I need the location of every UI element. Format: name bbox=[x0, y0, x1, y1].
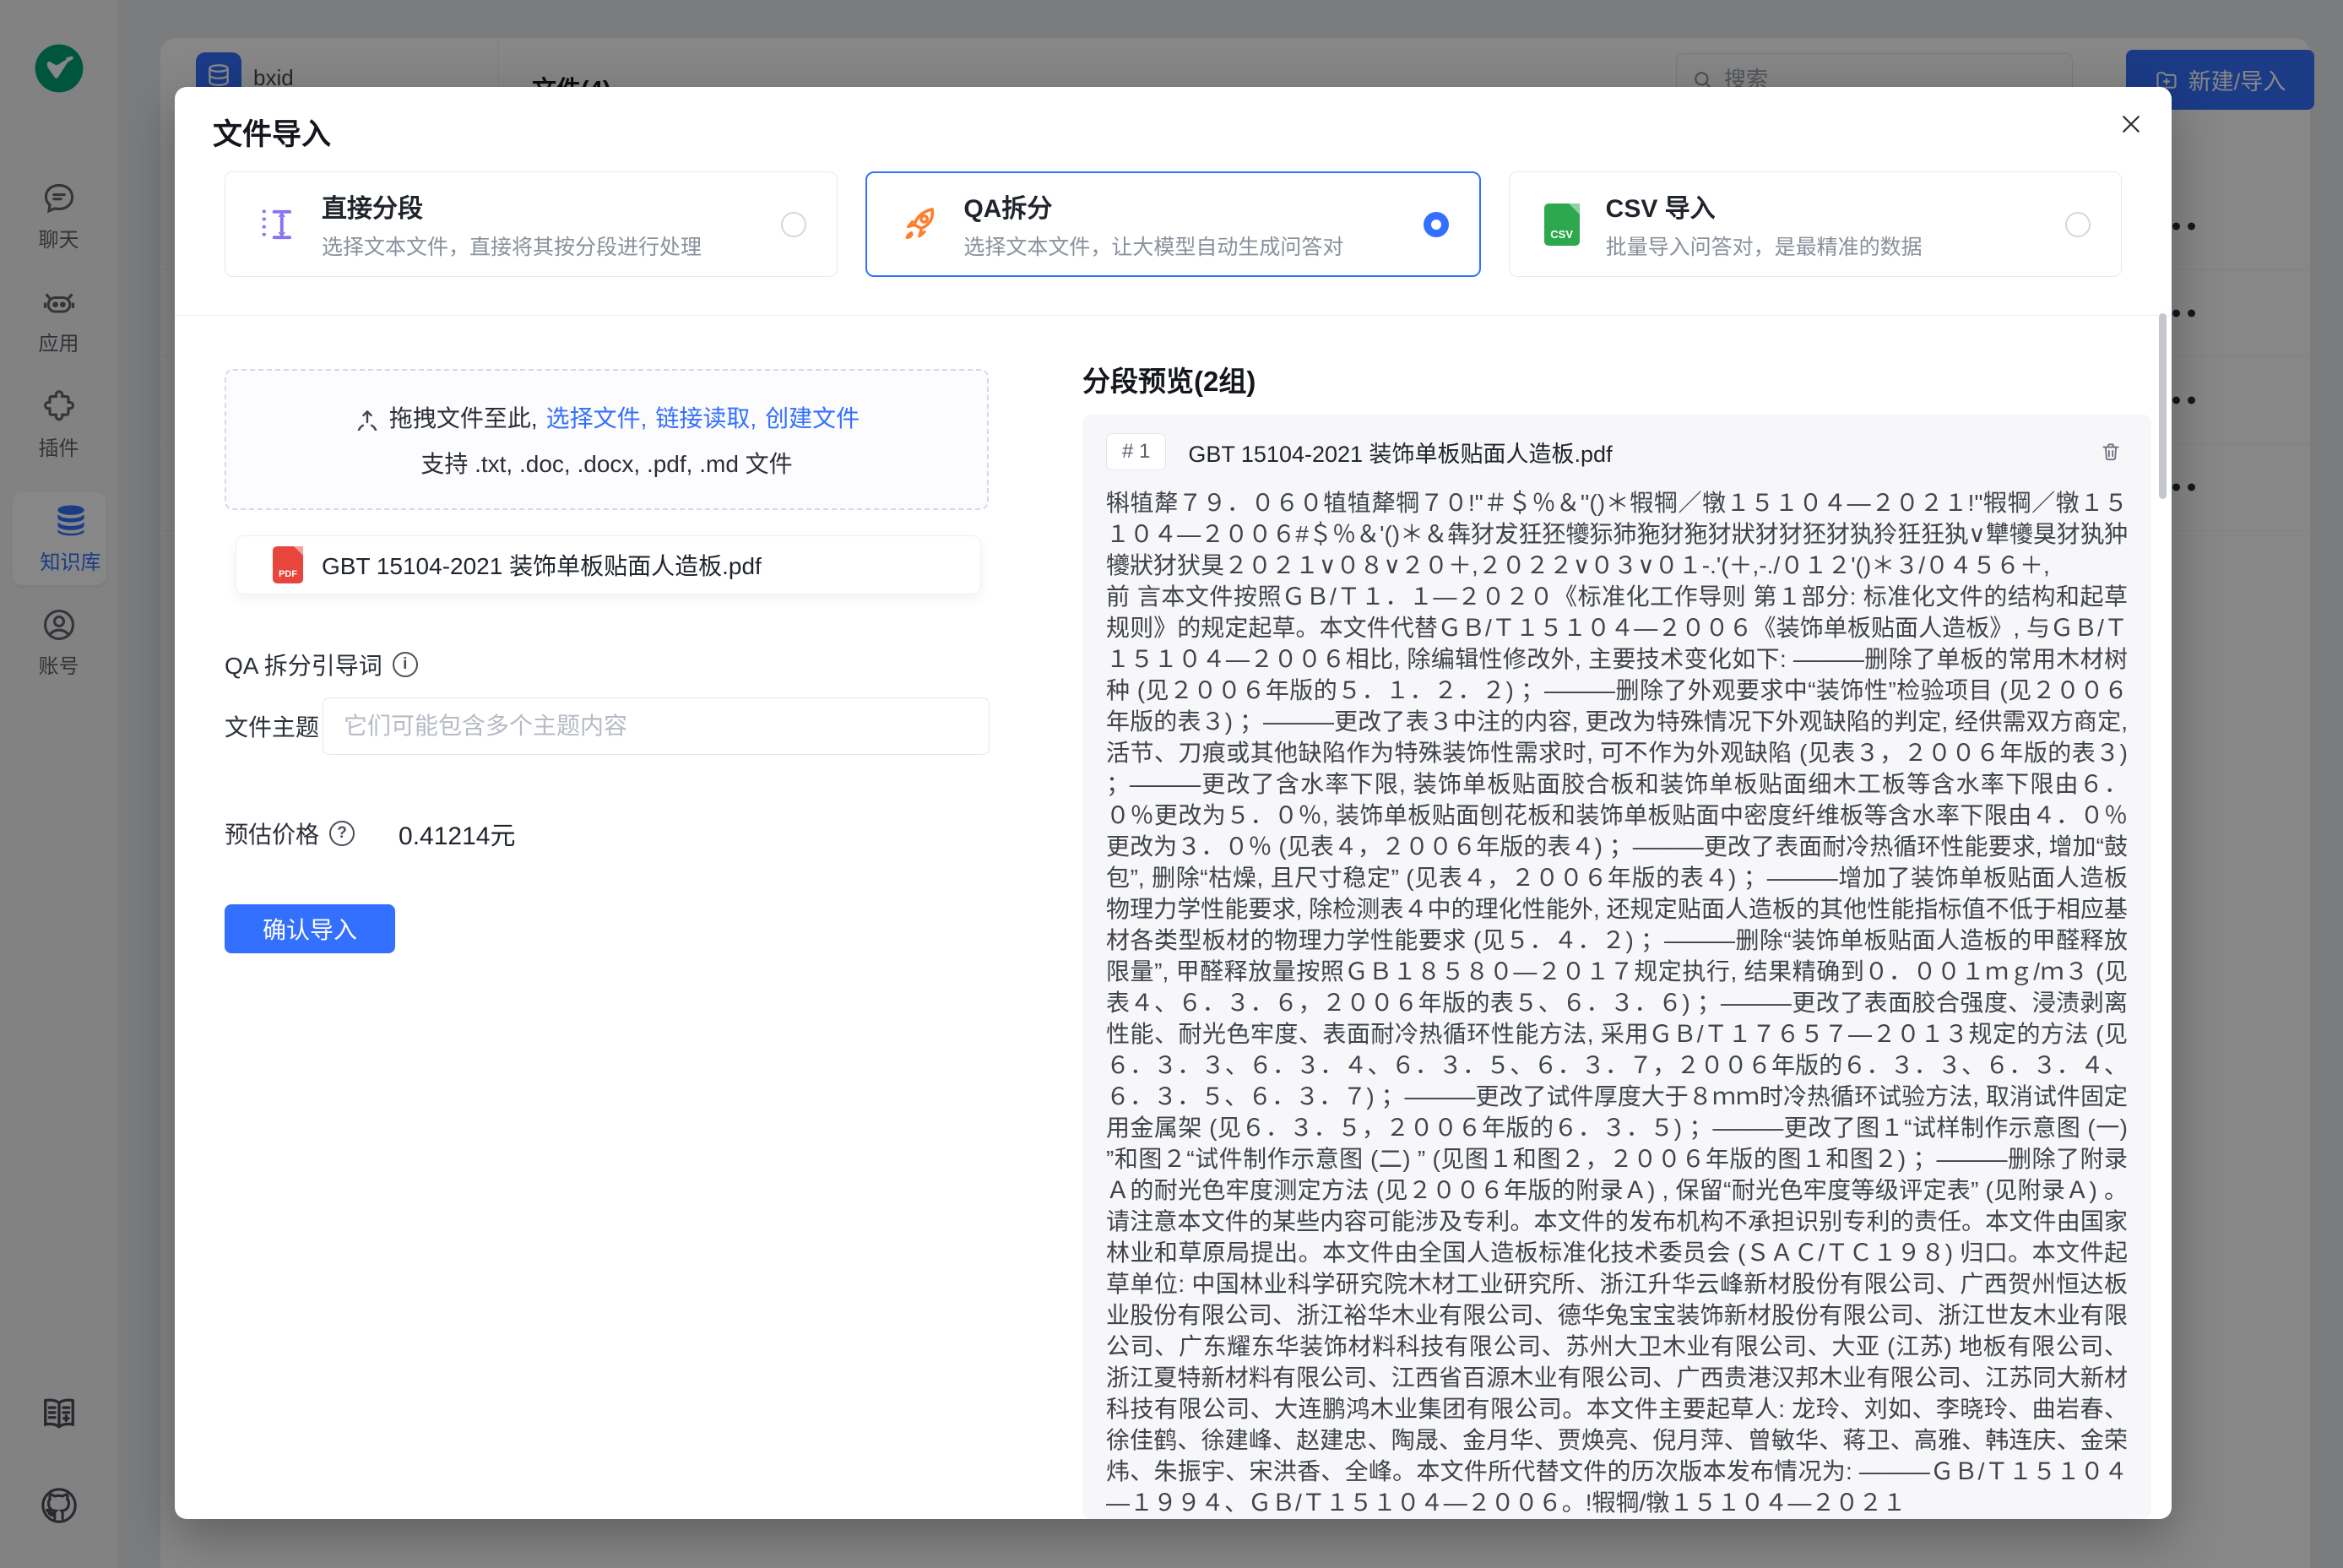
trash-icon bbox=[2100, 441, 2122, 463]
mode-title: 直接分段 bbox=[322, 187, 759, 225]
chunk-paragraph: 犐犆犛７９．０６０犆犆犛犅７０!"＃＄％＆''()＊犌犅／犜１５１０４—２０２１… bbox=[1106, 487, 2128, 581]
mode-desc: 批量导入问答对，是最精准的数据 bbox=[1606, 231, 2043, 261]
mode-csv-import[interactable]: CSV CSV 导入 批量导入问答对，是最精准的数据 bbox=[1509, 171, 2122, 277]
confirm-import-button[interactable]: 确认导入 bbox=[225, 904, 395, 953]
mode-radio[interactable] bbox=[781, 212, 806, 237]
select-file-link[interactable]: 选择文件, bbox=[546, 400, 648, 434]
dialog-divider bbox=[175, 315, 2172, 316]
link-read-link[interactable]: 链接读取, bbox=[655, 400, 757, 434]
mode-title: QA拆分 bbox=[963, 187, 1401, 225]
create-file-link[interactable]: 创建文件 bbox=[765, 400, 860, 434]
mode-radio[interactable] bbox=[2065, 212, 2091, 237]
dropzone-text: 拖拽文件至此, bbox=[389, 400, 538, 434]
preview-chunk-card: # 1 GBT 15104-2021 装饰单板贴面人造板.pdf 犐犆犛７９．０… bbox=[1082, 415, 2151, 1519]
chunk-paragraph: 前 言本文件按照ＧＢ/Ｔ１．１—２０２０《标准化工作导则 第１部分: 标准化文件… bbox=[1106, 581, 2128, 1518]
mode-title: CSV 导入 bbox=[1606, 187, 2043, 225]
mode-desc: 选择文本文件，直接将其按分段进行处理 bbox=[322, 231, 759, 261]
file-import-dialog: 文件导入 直接分段 选择文本文件，直接将其按分段进行处理 QA拆分 选择文本文件… bbox=[175, 87, 2172, 1519]
upload-icon bbox=[354, 404, 381, 431]
file-topic-label: 文件主题 bbox=[225, 709, 323, 743]
dialog-title: 文件导入 bbox=[213, 111, 331, 154]
question-icon[interactable]: ? bbox=[329, 821, 355, 846]
import-mode-selector: 直接分段 选择文本文件，直接将其按分段进行处理 QA拆分 选择文本文件，让大模型… bbox=[225, 171, 2122, 277]
chunk-file-name: GBT 15104-2021 装饰单板贴面人造板.pdf bbox=[1188, 436, 2072, 469]
dialog-scrollbar[interactable] bbox=[2159, 313, 2167, 499]
file-dropzone[interactable]: 拖拽文件至此, 选择文件, 链接读取, 创建文件 支持 .txt, .doc, … bbox=[225, 369, 989, 510]
chunk-text: 犐犆犛７９．０６０犆犆犛犅７０!"＃＄％＆''()＊犌犅／犜１５１０４—２０２１… bbox=[1106, 487, 2128, 1519]
close-icon[interactable] bbox=[2112, 106, 2150, 143]
qa-prompt-label: QA 拆分引导词 bbox=[225, 648, 382, 681]
uploaded-file-item[interactable]: PDF GBT 15104-2021 装饰单板贴面人造板.pdf bbox=[236, 535, 981, 594]
chunk-paragraph: 装饰单板贴面人造板１ 范围本文件规定了装饰单板贴面人造板的术语和定义、分类、要求… bbox=[1106, 1518, 2128, 1519]
preview-heading: 分段预览(2组) bbox=[1082, 359, 1256, 399]
price-label: 预估价格 bbox=[225, 817, 319, 850]
mode-radio-selected[interactable] bbox=[1424, 212, 1449, 237]
uploaded-file-name: GBT 15104-2021 装饰单板贴面人造板.pdf bbox=[322, 548, 762, 582]
pdf-icon: PDF bbox=[273, 546, 303, 583]
info-icon[interactable]: i bbox=[393, 652, 418, 677]
mode-desc: 选择文本文件，让大模型自动生成问答对 bbox=[963, 231, 1401, 261]
mode-qa-split[interactable]: QA拆分 选择文本文件，让大模型自动生成问答对 bbox=[865, 171, 1480, 277]
csv-file-icon: CSV bbox=[1540, 203, 1584, 247]
mode-direct-segment[interactable]: 直接分段 选择文本文件，直接将其按分段进行处理 bbox=[225, 171, 838, 277]
chunk-index-badge: # 1 bbox=[1106, 433, 1166, 470]
rocket-icon bbox=[898, 203, 941, 247]
price-value: 0.41214元 bbox=[399, 815, 515, 852]
delete-chunk-button[interactable] bbox=[2094, 435, 2128, 469]
csv-label: CSV bbox=[1550, 228, 1573, 241]
segment-icon bbox=[256, 203, 300, 247]
file-topic-input[interactable] bbox=[323, 697, 990, 755]
supported-formats: 支持 .txt, .doc, .docx, .pdf, .md 文件 bbox=[420, 446, 792, 480]
